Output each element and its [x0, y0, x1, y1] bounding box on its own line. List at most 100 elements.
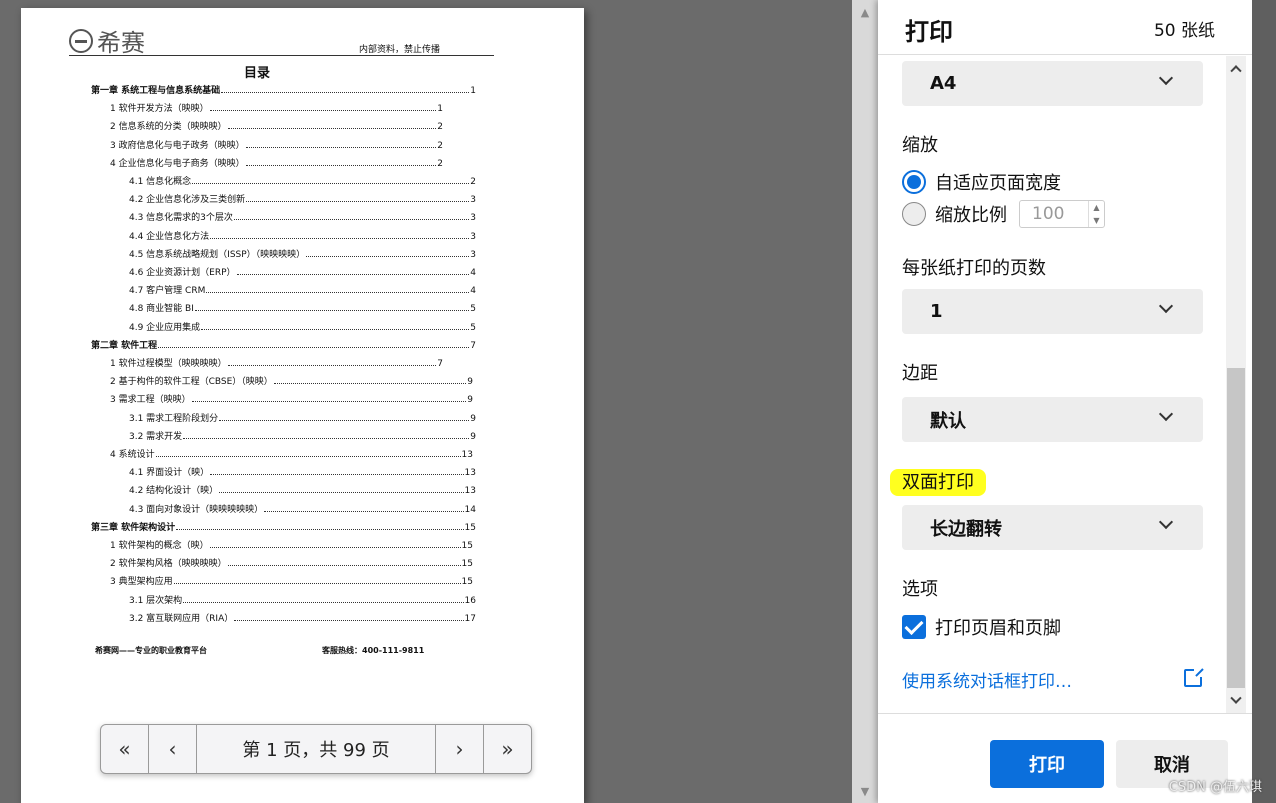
toc-entry: 3 政府信息化与电子政务（映映） 2 [110, 137, 443, 151]
toc-entry-page: 17 [464, 613, 476, 624]
previous-page-button[interactable]: ‹ [149, 725, 197, 773]
toc-leader-dots [245, 146, 437, 148]
toc-entry: 4.2 企业信息化涉及三类创新 3 [129, 191, 476, 205]
toc-entry: 第三章 软件架构设计 15 [91, 519, 476, 533]
dialog-header: 打印 50 张纸 [878, 0, 1252, 55]
toc-leader-dots [234, 619, 464, 621]
toc-entry: 4.1 界面设计（映） 13 [129, 464, 476, 478]
toc-leader-dots [227, 128, 437, 130]
toc-entry-page: 15 [461, 541, 473, 551]
toc-leader-dots [227, 565, 461, 567]
toc-entry: 4 企业信息化与电子商务（映映） 2 [110, 155, 443, 169]
toc-entry-title: 3 政府信息化与电子政务（映映） [110, 140, 245, 151]
toc-entry-page: 15 [464, 522, 476, 533]
toc-entry-title: 4 企业信息化与电子商务（映映） [110, 158, 245, 169]
print-button[interactable]: 打印 [990, 740, 1104, 788]
toc-entry-title: 4.2 结构化设计（映） [129, 486, 219, 497]
duplex-select[interactable]: 长边翻转 [902, 505, 1203, 550]
toc-entry-page: 1 [470, 86, 476, 96]
checkbox-checked-icon[interactable] [902, 615, 926, 639]
margins-select[interactable]: 默认 [902, 397, 1203, 442]
margins-value: 默认 [930, 410, 966, 432]
radio-unselected-icon[interactable] [902, 202, 926, 226]
toc-entry-title: 4.2 企业信息化涉及三类创新 [129, 195, 246, 206]
scale-label: 缩放 [902, 135, 938, 156]
dialog-title: 打印 [905, 18, 953, 46]
toc-entry-page: 13 [461, 450, 473, 460]
toc-entry-title: 1 软件开发方法（映映） [110, 104, 209, 115]
toc-entry-page: 9 [467, 395, 473, 406]
toc-entry-page: 2 [437, 158, 443, 169]
toc-entry-page: 9 [470, 431, 476, 442]
paper-size-value: A4 [930, 73, 957, 94]
sheet-count: 50 张纸 [1153, 21, 1215, 41]
toc-leader-dots [191, 401, 467, 403]
toc-entry-page: 16 [464, 595, 476, 606]
scroll-down-icon[interactable]: ▼ [852, 781, 878, 801]
toc-leader-dots [306, 255, 470, 257]
toc-leader-dots [273, 383, 467, 385]
toc-entry-title: 4 系统设计 [110, 450, 155, 460]
paper-size-select[interactable]: A4 [902, 61, 1203, 106]
scroll-down-icon[interactable] [1226, 691, 1246, 711]
preview-scrollbar[interactable]: ▲ ▼ [852, 0, 878, 803]
chevron-down-icon [1158, 406, 1174, 422]
toc-entry: 1 软件架构的概念（映） 15 [110, 537, 473, 551]
scale-custom-option[interactable]: 缩放比例 100 ▲ ▼ [902, 200, 1105, 228]
toc-entry-page: 14 [464, 504, 476, 515]
toc-entry-page: 3 [470, 195, 476, 206]
document-footer-left: 希赛网——专业的职业教育平台 [95, 646, 207, 655]
scroll-up-icon[interactable]: ▲ [852, 2, 878, 22]
spinner-icon[interactable]: ▲ ▼ [1088, 201, 1104, 227]
toc-entry-page: 15 [461, 577, 473, 588]
toc-entry: 2 信息系统的分类（映映映） 2 [110, 118, 443, 132]
toc-entry-title: 4.9 企业应用集成 [129, 322, 201, 333]
toc-entry: 3.2 需求开发 9 [129, 428, 476, 442]
toc-entry-page: 2 [437, 140, 443, 151]
duplex-label-text: 双面打印 [890, 469, 986, 496]
system-dialog-link[interactable]: 使用系统对话框打印… [902, 667, 1072, 692]
toc-entry-title: 第三章 软件架构设计 [91, 522, 176, 533]
print-dialog: 打印 50 张纸 A4 缩放 自适应页面宽度 缩放比例 100 ▲ ▼ 每张纸打印… [878, 0, 1252, 803]
next-page-button[interactable]: › [435, 725, 483, 773]
last-page-button[interactable]: » [483, 725, 531, 773]
toc-entry: 3.1 层次架构 16 [129, 592, 476, 606]
chevron-down-icon [1158, 514, 1174, 530]
toc-entry: 2 软件架构风格（映映映映） 15 [110, 555, 473, 569]
toc-entry-page: 2 [437, 122, 443, 133]
toc-entry: 3 典型架构应用 15 [110, 573, 473, 587]
scroll-up-icon[interactable] [1226, 58, 1246, 78]
toc-leader-dots [183, 601, 464, 603]
toc-entry-title: 4.1 界面设计（映） [129, 468, 210, 479]
toc-entry-title: 4.8 商业智能 BI [129, 304, 194, 315]
toc-entry: 4.2 结构化设计（映） 13 [129, 482, 476, 496]
toc-entry: 4.7 客户管理 CRM 4 [129, 282, 476, 296]
scale-fit-label: 自适应页面宽度 [935, 173, 1061, 194]
scale-input[interactable]: 100 ▲ ▼ [1019, 200, 1105, 228]
toc-entry: 4.1 信息化概念 2 [129, 173, 476, 187]
toc-entry: 1 软件过程模型（映映映映） 7 [110, 355, 443, 369]
dialog-settings: A4 缩放 自适应页面宽度 缩放比例 100 ▲ ▼ 每张纸打印的页数 1 边距 … [878, 56, 1252, 713]
toc-entry: 第二章 软件工程 7 [91, 337, 476, 351]
toc-leader-dots [246, 201, 470, 203]
margins-label: 边距 [902, 363, 938, 384]
dialog-scrollbar[interactable] [1226, 56, 1246, 713]
toc-entry-page: 5 [470, 304, 476, 315]
headers-footers-option[interactable]: 打印页眉和页脚 [902, 614, 1061, 640]
toc-entry-title: 第一章 系统工程与信息系统基础 [91, 86, 221, 96]
pages-per-sheet-value: 1 [930, 301, 943, 322]
logo-text: 希赛 [97, 29, 145, 57]
toc-entry-page: 9 [470, 413, 476, 424]
toc-entry-title: 3 典型架构应用 [110, 577, 173, 588]
toc-entry-page: 2 [470, 177, 476, 187]
page-navigator: « ‹ 第 1 页，共 99 页 › » [100, 724, 532, 774]
toc-leader-dots [158, 346, 470, 348]
scale-fit-option[interactable]: 自适应页面宽度 [902, 169, 1061, 195]
toc-leader-dots [210, 474, 464, 476]
scroll-thumb[interactable] [1227, 368, 1245, 688]
first-page-button[interactable]: « [101, 725, 149, 773]
radio-selected-icon[interactable] [902, 170, 926, 194]
external-link-icon[interactable] [1184, 667, 1204, 687]
toc-entry-page: 13 [464, 486, 476, 497]
pages-per-sheet-select[interactable]: 1 [902, 289, 1203, 334]
